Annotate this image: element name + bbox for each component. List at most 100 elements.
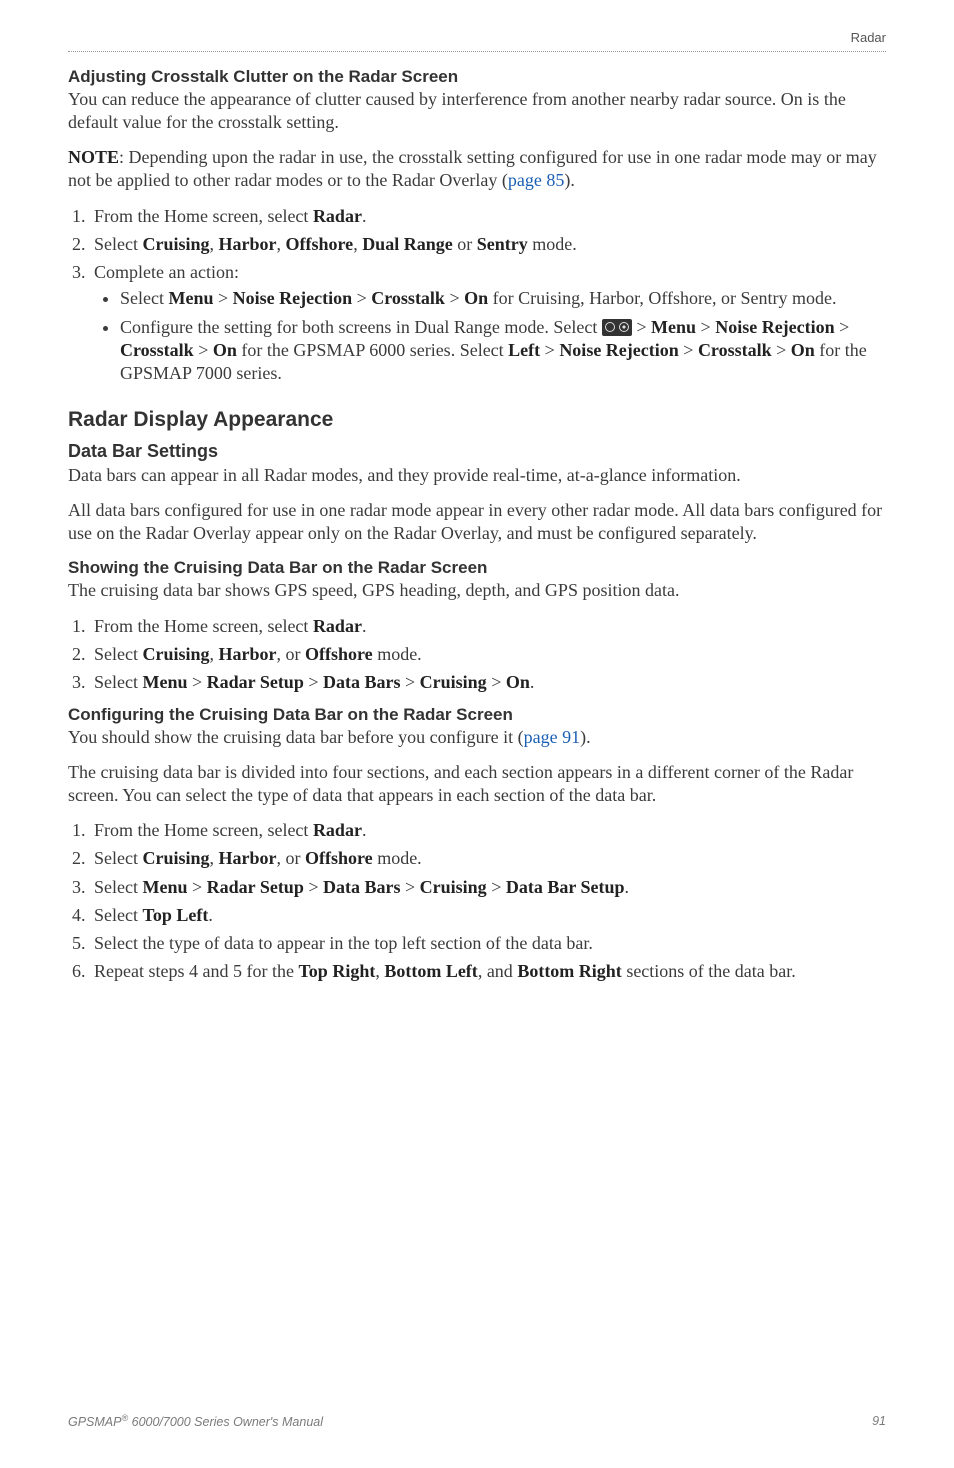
ui-radar-setup: Radar Setup [207, 877, 304, 897]
txt: > [304, 672, 323, 692]
ui-sentry: Sentry [477, 234, 528, 254]
ui-data-bars: Data Bars [323, 877, 401, 897]
txt: mode. [373, 848, 422, 868]
header-section: Radar [68, 30, 886, 52]
note-label: NOTE [68, 147, 119, 167]
ui-radar-setup: Radar Setup [207, 672, 304, 692]
link-page85[interactable]: page 85 [508, 170, 564, 190]
ui-crosstalk: Crosstalk [371, 288, 445, 308]
ui-data-bars: Data Bars [323, 672, 401, 692]
txt: Select [94, 644, 142, 664]
ui-on: On [791, 340, 815, 360]
txt: , [375, 961, 384, 981]
ui-noise-rejection: Noise Rejection [559, 340, 678, 360]
ui-menu: Menu [168, 288, 213, 308]
txt: , or [277, 848, 306, 868]
txt: > [194, 340, 213, 360]
heading-show-cruising-bar: Showing the Cruising Data Bar on the Rad… [68, 557, 886, 579]
txt: > [401, 877, 420, 897]
txt: , [210, 234, 219, 254]
txt: ). [580, 727, 591, 747]
txt: Select [120, 288, 168, 308]
txt: From the Home screen, select [94, 820, 313, 840]
ui-radar: Radar [313, 616, 362, 636]
txt: Complete an action: [94, 262, 239, 282]
step: Select the type of data to appear in the… [90, 932, 886, 955]
ui-offshore: Offshore [286, 234, 354, 254]
txt: . [625, 877, 630, 897]
ui-noise-rejection: Noise Rejection [233, 288, 352, 308]
steps-crosstalk: From the Home screen, select Radar. Sele… [68, 205, 886, 385]
heading-data-bar-settings: Data Bar Settings [68, 440, 886, 463]
ui-top-left: Top Left [142, 905, 208, 925]
ui-on: On [464, 288, 488, 308]
txt: sections of the data bar. [622, 961, 796, 981]
step: Select Cruising, Harbor, or Offshore mod… [90, 847, 886, 870]
page: Radar Adjusting Crosstalk Clutter on the… [0, 0, 954, 1468]
ui-cruising: Cruising [142, 234, 209, 254]
footer-title: GPSMAP® 6000/7000 Series Owner's Manual [68, 1413, 323, 1430]
ui-cruising: Cruising [420, 877, 487, 897]
txt: > [401, 672, 420, 692]
step: Select Cruising, Harbor, or Offshore mod… [90, 643, 886, 666]
txt: > [679, 340, 698, 360]
ui-menu: Menu [651, 317, 696, 337]
heading-config-cruising-bar: Configuring the Cruising Data Bar on the… [68, 704, 886, 726]
header-section-label: Radar [851, 30, 886, 45]
page-number: 91 [872, 1413, 886, 1430]
ui-bottom-left: Bottom Left [384, 961, 477, 981]
txt: > [187, 877, 206, 897]
ui-on: On [213, 340, 237, 360]
txt: > [352, 288, 371, 308]
ui-radar: Radar [313, 206, 362, 226]
para-crosstalk-intro: You can reduce the appearance of clutter… [68, 88, 886, 134]
ui-menu: Menu [142, 877, 187, 897]
txt: . [362, 820, 367, 840]
ui-left: Left [508, 340, 540, 360]
step: From the Home screen, select Radar. [90, 615, 886, 638]
txt: . [362, 616, 367, 636]
ui-harbor: Harbor [219, 848, 277, 868]
ui-top-right: Top Right [298, 961, 375, 981]
link-page91[interactable]: page 91 [524, 727, 580, 747]
txt: > [632, 317, 651, 337]
ui-cruising: Cruising [420, 672, 487, 692]
ui-harbor: Harbor [219, 234, 277, 254]
ui-offshore: Offshore [305, 848, 373, 868]
txt: From the Home screen, select [94, 206, 313, 226]
txt: Select [94, 877, 142, 897]
txt: GPSMAP [68, 1415, 122, 1429]
step: Select Menu > Radar Setup > Data Bars > … [90, 671, 886, 694]
txt: From the Home screen, select [94, 616, 313, 636]
step: Select Menu > Radar Setup > Data Bars > … [90, 876, 886, 899]
txt: , [210, 848, 219, 868]
txt: > [696, 317, 715, 337]
ui-harbor: Harbor [219, 644, 277, 664]
steps-config-cruising: From the Home screen, select Radar. Sele… [68, 819, 886, 982]
note-body: : Depending upon the radar in use, the c… [68, 147, 877, 190]
txt: Select [94, 905, 142, 925]
ui-on: On [506, 672, 530, 692]
substep: Select Menu > Noise Rejection > Crosstal… [120, 287, 886, 310]
txt: , [277, 234, 286, 254]
ui-bottom-right: Bottom Right [517, 961, 622, 981]
para-config-pre: You should show the cruising data bar be… [68, 726, 886, 749]
ui-cruising: Cruising [142, 644, 209, 664]
ui-crosstalk: Crosstalk [698, 340, 772, 360]
txt: > [487, 877, 506, 897]
txt: for the GPSMAP 6000 series. Select [237, 340, 508, 360]
para-cruising-info: The cruising data bar shows GPS speed, G… [68, 579, 886, 602]
ui-cruising: Cruising [142, 848, 209, 868]
step: Select Cruising, Harbor, Offshore, Dual … [90, 233, 886, 256]
txt: Select [94, 672, 142, 692]
txt: , [353, 234, 362, 254]
txt: or [453, 234, 477, 254]
ui-noise-rejection: Noise Rejection [715, 317, 834, 337]
txt: You should show the cruising data bar be… [68, 727, 524, 747]
txt: > [187, 672, 206, 692]
step: From the Home screen, select Radar. [90, 205, 886, 228]
note-close: ). [564, 170, 575, 190]
txt: , [210, 644, 219, 664]
ui-crosstalk: Crosstalk [120, 340, 194, 360]
txt: > [487, 672, 506, 692]
